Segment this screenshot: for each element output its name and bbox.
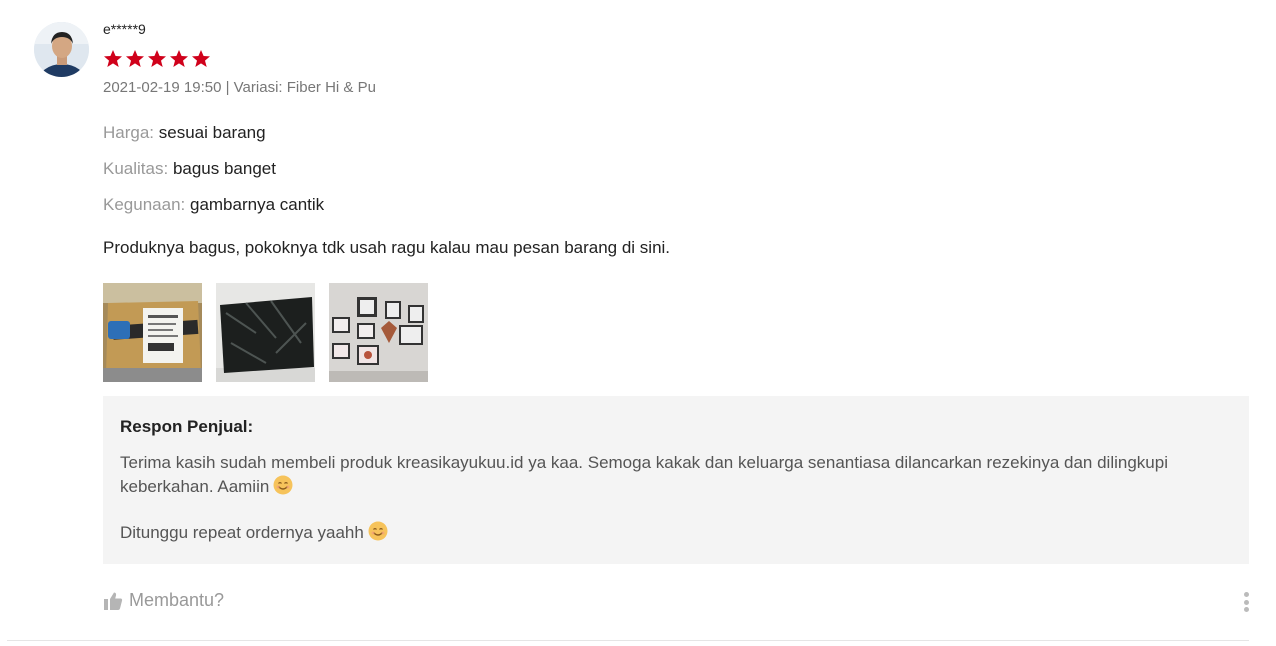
divider: [7, 640, 1249, 641]
attribute-usefulness: Kegunaan: gambarnya cantik: [103, 194, 324, 230]
more-dot: [1243, 592, 1249, 597]
smiling-face-icon: [368, 521, 388, 541]
attribute-key: Kegunaan:: [103, 195, 186, 214]
seller-response-title: Respon Penjual:: [120, 417, 254, 436]
reviewer-name: e*****9: [103, 21, 146, 37]
attribute-quality: Kualitas: bagus banget: [103, 158, 324, 194]
seller-response-paragraph: Terima kasih sudah membeli produk kreasi…: [120, 451, 1232, 499]
product-review: e*****9 2021-02-19 19:50 | Variasi: Fibe…: [0, 0, 1276, 646]
review-photo-package[interactable]: [103, 283, 202, 382]
review-photo-frames[interactable]: [329, 283, 428, 382]
seller-response-text: Terima kasih sudah membeli produk kreasi…: [120, 451, 1232, 545]
seller-response-paragraph-text: Ditunggu repeat ordernya yaahh: [120, 523, 364, 542]
attribute-value: bagus banget: [172, 159, 276, 178]
review-attributes: Harga: sesuai barang Kualitas: bagus ban…: [103, 122, 324, 230]
attribute-value: gambarnya cantik: [189, 195, 325, 214]
attribute-key: Harga:: [103, 123, 155, 142]
star-icon: [192, 50, 210, 67]
seller-response-paragraph: Ditunggu repeat ordernya yaahh: [120, 521, 1232, 545]
more-dot: [1243, 599, 1249, 605]
more-dot: [1243, 607, 1249, 612]
seller-response: Respon Penjual: Terima kasih sudah membe…: [103, 396, 1249, 564]
helpful-button[interactable]: Membantu?: [103, 590, 224, 611]
star-icon: [126, 50, 144, 67]
review-photo-wrapped-item[interactable]: [216, 283, 315, 382]
attribute-value: sesuai barang: [158, 123, 266, 142]
smiling-face-icon: [273, 475, 293, 495]
review-meta: 2021-02-19 19:50 | Variasi: Fiber Hi & P…: [103, 79, 376, 96]
helpful-label: Membantu?: [129, 590, 225, 610]
review-photos: [103, 283, 428, 382]
star-icon: [148, 50, 166, 67]
review-comment: Produknya bagus, pokoknya tdk usah ragu …: [103, 238, 671, 257]
star-icon: [170, 50, 188, 67]
attribute-key: Kualitas:: [103, 159, 169, 178]
star-icon: [104, 50, 122, 67]
more-vertical-icon[interactable]: [1238, 589, 1254, 615]
thumb-up-icon: [104, 592, 123, 610]
star-rating: [103, 49, 211, 69]
avatar[interactable]: [34, 22, 89, 77]
attribute-price: Harga: sesuai barang: [103, 122, 324, 158]
